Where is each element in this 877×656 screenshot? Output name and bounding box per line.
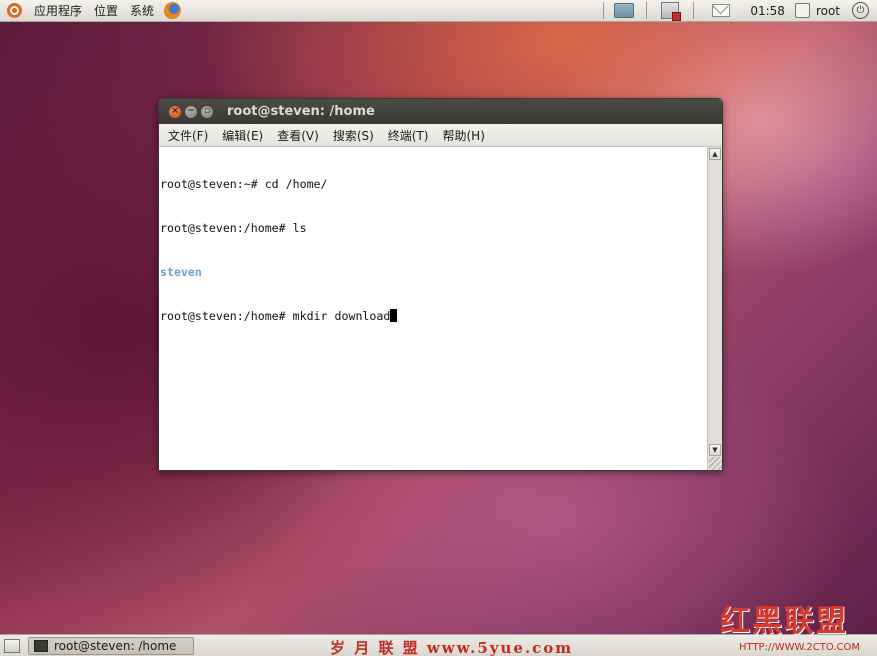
terminal-current-command: root@steven:/home# mkdir download — [160, 308, 391, 323]
menu-view[interactable]: 查看(V) — [271, 127, 325, 144]
minimize-window-button[interactable]: − — [185, 105, 197, 118]
terminal-output: root@steven:~# cd /home/ root@steven:/ho… — [160, 148, 398, 352]
applications-menu[interactable]: 应用程序 — [28, 2, 88, 19]
window-titlebar[interactable]: × − ▫ root@steven: /home — [159, 99, 722, 124]
power-icon[interactable]: ⏻ — [852, 2, 869, 19]
clock[interactable]: 01:58 — [740, 4, 795, 18]
taskbar-terminal-button[interactable]: root@steven: /home — [28, 637, 194, 655]
panel-separator — [646, 2, 648, 19]
window-title: root@steven: /home — [227, 104, 375, 119]
terminal-line: root@steven:~# cd /home/ — [160, 177, 328, 192]
menu-file[interactable]: 文件(F) — [162, 127, 214, 144]
menu-search[interactable]: 搜索(S) — [327, 127, 380, 144]
watermark-2cto-logo: 红黑联盟 — [720, 604, 848, 639]
network-icon[interactable] — [614, 3, 635, 18]
user-icon[interactable] — [794, 3, 810, 18]
terminal-line-current: root@steven:/home# mkdir download — [160, 308, 398, 324]
menu-terminal[interactable]: 终端(T) — [382, 127, 435, 144]
terminal-line: root@steven:/home# ls — [160, 220, 307, 235]
system-menu[interactable]: 系统 — [124, 2, 160, 19]
close-window-button[interactable]: × — [169, 105, 181, 118]
watermark-5yue: 岁 月 联 盟 www.5yue.com — [330, 639, 574, 656]
taskbar-terminal-label: root@steven: /home — [54, 639, 177, 653]
panel-separator — [603, 2, 605, 19]
show-desktop-icon[interactable] — [4, 639, 20, 653]
update-notifier-icon[interactable] — [661, 2, 682, 21]
terminal-scrollbar[interactable]: ▲ ▼ — [707, 147, 722, 470]
terminal-window: × − ▫ root@steven: /home 文件(F) 编辑(E) 查看(… — [158, 98, 723, 471]
top-panel-indicators: 01:58 root ⏻ — [599, 0, 877, 21]
user-menu[interactable]: root — [816, 4, 840, 18]
maximize-window-button[interactable]: ▫ — [201, 105, 213, 118]
scroll-down-arrow-icon[interactable]: ▼ — [709, 444, 721, 456]
mail-icon[interactable] — [712, 4, 731, 17]
scroll-up-arrow-icon[interactable]: ▲ — [709, 148, 721, 160]
menu-help[interactable]: 帮助(H) — [437, 127, 491, 144]
terminal-line-directory: steven — [160, 264, 202, 279]
terminal-icon — [34, 640, 48, 652]
top-panel: 应用程序 位置 系统 01:58 root ⏻ — [0, 0, 877, 22]
terminal-text-area[interactable]: root@steven:~# cd /home/ root@steven:/ho… — [159, 147, 722, 470]
panel-separator — [693, 2, 695, 19]
menu-edit[interactable]: 编辑(E) — [216, 127, 269, 144]
terminal-cursor — [390, 308, 398, 322]
terminal-menubar: 文件(F) 编辑(E) 查看(V) 搜索(S) 终端(T) 帮助(H) — [159, 124, 722, 147]
ubuntu-logo-icon[interactable] — [7, 3, 22, 18]
firefox-launcher-icon[interactable] — [164, 2, 182, 19]
places-menu[interactable]: 位置 — [88, 2, 124, 19]
watermark-2cto-url: HTTP://WWW.2CTO.COM — [739, 642, 860, 653]
resize-grip-icon[interactable] — [709, 457, 722, 470]
